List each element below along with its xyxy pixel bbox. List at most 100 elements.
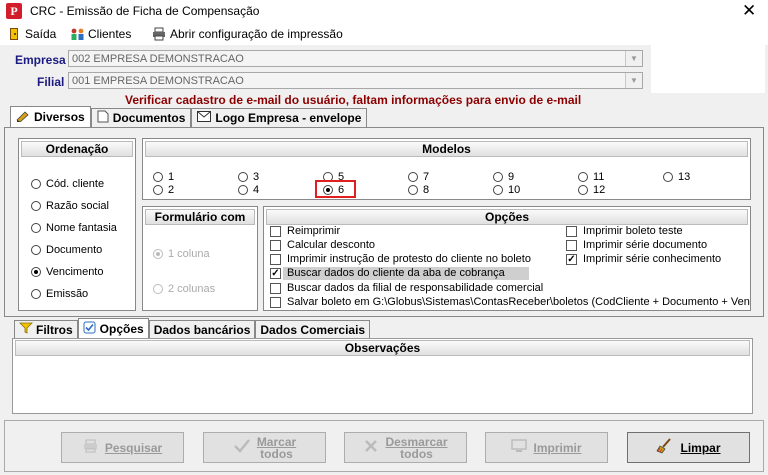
formulario-group: Formulário com 1 coluna 2 colunas	[142, 206, 258, 311]
ordenacao-option[interactable]: Documento	[31, 244, 102, 256]
tab-opcoes[interactable]: Opções	[77, 318, 149, 338]
modelo-option[interactable]: 13	[663, 171, 690, 183]
ordenacao-option[interactable]: Razão social	[31, 200, 109, 212]
x-icon	[363, 438, 379, 457]
ordenacao-option[interactable]: Vencimento	[31, 266, 103, 278]
observacoes-textarea[interactable]	[15, 358, 750, 411]
checkbox[interactable]	[270, 253, 281, 265]
filial-combo[interactable]: 001 EMPRESA DEMONSTRACAO ▼	[68, 72, 643, 89]
radio-button[interactable]	[153, 249, 163, 259]
checkbox[interactable]	[566, 239, 577, 251]
logo-area	[651, 37, 765, 93]
modelo-option[interactable]: 2	[153, 184, 174, 196]
modelo-option[interactable]: 7	[408, 171, 429, 183]
desmarcar-todos-button[interactable]: Desmarcar todos	[344, 432, 467, 463]
tab-logo-empresa[interactable]: Logo Empresa - envelope	[191, 108, 368, 127]
modelo-option[interactable]: 10	[493, 184, 520, 196]
opcao-checkbox-row[interactable]: Imprimir instrução de protesto do client…	[270, 253, 531, 265]
modelo-option[interactable]: 9	[493, 171, 514, 183]
formulario-title: Formulário com	[145, 209, 255, 225]
radio-button[interactable]	[31, 245, 41, 255]
ordenacao-option[interactable]: Emissão	[31, 288, 88, 300]
observacoes-group: Observações	[12, 338, 753, 414]
chevron-down-icon[interactable]: ▼	[625, 51, 642, 66]
menu-clientes[interactable]: Clientes	[70, 27, 131, 41]
radio-button[interactable]	[408, 172, 418, 182]
empresa-combo[interactable]: 002 EMPRESA DEMONSTRACAO ▼	[68, 50, 643, 67]
radio-button[interactable]	[31, 201, 41, 211]
checkbox[interactable]	[270, 296, 281, 308]
radio-button[interactable]	[31, 223, 41, 233]
checkbox[interactable]: ✓	[270, 267, 281, 279]
radio-button[interactable]	[31, 179, 41, 189]
checkbox[interactable]: ✓	[566, 253, 577, 265]
formulario-option[interactable]: 2 colunas	[153, 283, 215, 295]
radio-button[interactable]	[238, 185, 248, 195]
opcao-checkbox-row[interactable]: ✓ Imprimir série conhecimento	[566, 253, 721, 265]
checkbox[interactable]	[270, 239, 281, 251]
radio-button[interactable]	[493, 172, 503, 182]
limpar-button[interactable]: Limpar	[627, 432, 750, 463]
modelo-option[interactable]: 4	[238, 184, 259, 196]
radio-button[interactable]	[153, 172, 163, 182]
radio-button[interactable]	[408, 185, 418, 195]
tab-filtros[interactable]: Filtros	[14, 320, 78, 338]
radio-button[interactable]	[31, 289, 41, 299]
modelo-option[interactable]: 12	[578, 184, 605, 196]
radio-button[interactable]	[153, 284, 163, 294]
opcao-checkbox-row[interactable]: Imprimir boleto teste	[566, 225, 683, 237]
tab-documentos[interactable]: Documentos	[90, 108, 192, 127]
opcao-checkbox-row[interactable]: Salvar boleto em G:\Globus\Sistemas\Cont…	[270, 296, 750, 308]
opcoes-title: Opções	[266, 209, 748, 225]
pesquisar-button[interactable]: Pesquisar	[61, 432, 184, 463]
opcao-checkbox-row[interactable]: Calcular desconto	[270, 239, 375, 251]
radio-button[interactable]	[493, 185, 503, 195]
modelo-option[interactable]: 1	[153, 171, 174, 183]
radio-button[interactable]	[578, 172, 588, 182]
checkbox[interactable]	[270, 225, 281, 237]
formulario-option[interactable]: 1 coluna	[153, 248, 210, 260]
window-title: CRC - Emissão de Ficha de Compensação	[30, 4, 260, 18]
menu-saida[interactable]: Saída	[7, 27, 56, 41]
modelos-group: Modelos 1 3 5 7 9 11 13 2 4 6 8 10 12	[142, 138, 751, 200]
radio-button[interactable]	[578, 185, 588, 195]
empresa-label: Empresa	[15, 53, 66, 67]
filial-value: 001 EMPRESA DEMONSTRACAO	[72, 75, 244, 87]
opcoes-group: Opções Reimprimir Calcular desconto Impr…	[263, 206, 751, 311]
email-warning: Verificar cadastro de e-mail do usuário,…	[125, 93, 582, 107]
ordenacao-option[interactable]: Cód. cliente	[31, 178, 104, 190]
radio-button[interactable]	[31, 267, 41, 277]
opcao-checkbox-row[interactable]: Imprimir série documento	[566, 239, 707, 251]
marcar-todos-button[interactable]: Marcar todos	[203, 432, 326, 463]
radio-button[interactable]	[153, 185, 163, 195]
envelope-icon	[197, 111, 212, 125]
tab-diversos[interactable]: Diversos	[10, 106, 91, 127]
radio-button[interactable]	[663, 172, 673, 182]
selection-highlight	[315, 180, 356, 198]
tab-dados-bancarios[interactable]: Dados bancários	[148, 320, 256, 338]
ordenacao-option[interactable]: Nome fantasia	[31, 222, 117, 234]
ordenacao-title: Ordenação	[21, 141, 133, 157]
observacoes-title: Observações	[15, 340, 750, 356]
monitor-icon	[511, 439, 528, 456]
close-button[interactable]: ✕	[742, 1, 756, 21]
radio-button[interactable]	[238, 172, 248, 182]
modelo-option[interactable]: 8	[408, 184, 429, 196]
imprimir-button[interactable]: Imprimir	[485, 432, 608, 463]
opcao-checkbox-row[interactable]: ✓ Buscar dados do cliente da aba de cobra…	[270, 267, 505, 279]
people-icon	[70, 27, 84, 41]
menu-config-impressao[interactable]: Abrir configuração de impressão	[152, 27, 343, 41]
tab-dados-comerciais[interactable]: Dados Comerciais	[255, 320, 371, 338]
menu-saida-label: Saída	[25, 27, 57, 41]
opcao-checkbox-row[interactable]: Reimprimir	[270, 225, 340, 237]
opcao-checkbox-row[interactable]: Buscar dados da filial de responsabilida…	[270, 282, 543, 294]
pencil-icon	[16, 110, 30, 125]
print-preview-icon	[83, 439, 99, 456]
title-bar: P CRC - Emissão de Ficha de Compensação …	[0, 0, 768, 24]
modelo-option[interactable]: 11	[578, 171, 604, 183]
filial-label: Filial	[37, 75, 65, 89]
checkbox[interactable]	[270, 282, 281, 294]
checkbox[interactable]	[566, 225, 577, 237]
chevron-down-icon[interactable]: ▼	[625, 73, 642, 88]
modelo-option[interactable]: 3	[238, 171, 259, 183]
